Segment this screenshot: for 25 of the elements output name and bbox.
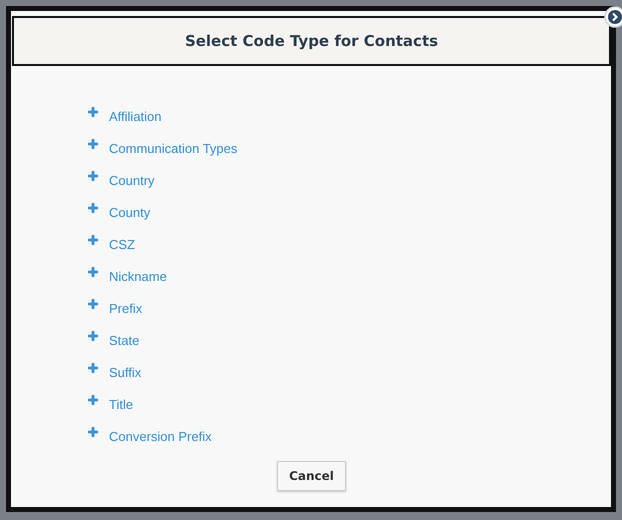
plus-icon[interactable] xyxy=(88,203,98,213)
code-type-link[interactable]: Prefix xyxy=(109,300,142,316)
code-type-link[interactable]: Communication Types xyxy=(109,140,238,156)
code-type-link[interactable]: Affiliation xyxy=(109,108,162,124)
plus-icon[interactable] xyxy=(88,267,98,277)
code-type-link[interactable]: Title xyxy=(109,396,134,412)
code-type-link[interactable]: County xyxy=(109,204,150,220)
cancel-button[interactable]: Cancel xyxy=(277,461,346,491)
plus-icon[interactable] xyxy=(88,171,98,181)
plus-icon[interactable] xyxy=(88,427,98,437)
dialog-title: Select Code Type for Contacts xyxy=(184,32,438,50)
code-type-link[interactable]: Country xyxy=(109,172,155,188)
plus-icon[interactable] xyxy=(88,139,98,149)
plus-icon[interactable] xyxy=(88,395,98,405)
code-type-link[interactable]: Conversion Prefix xyxy=(109,428,212,444)
plus-icon[interactable] xyxy=(88,299,98,309)
plus-icon[interactable] xyxy=(88,107,98,117)
code-type-link[interactable]: Suffix xyxy=(109,364,142,380)
code-type-link[interactable]: State xyxy=(109,332,140,348)
code-type-link[interactable]: CSZ xyxy=(109,236,135,252)
code-type-link[interactable]: Nickname xyxy=(109,268,167,284)
plus-icon[interactable] xyxy=(88,331,98,341)
close-icon[interactable] xyxy=(604,6,622,28)
plus-icon[interactable] xyxy=(88,235,98,245)
plus-icon[interactable] xyxy=(88,363,98,373)
